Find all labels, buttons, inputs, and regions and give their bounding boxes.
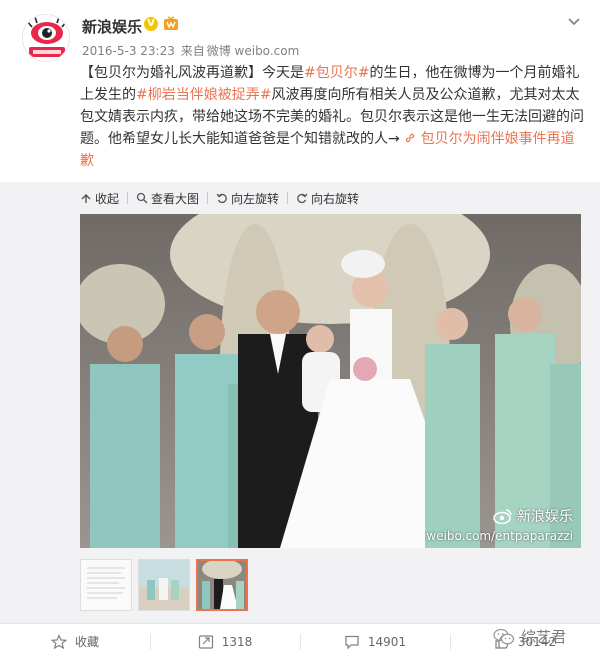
collapse-button[interactable]: 收起: [80, 190, 119, 207]
hashtag-link[interactable]: #包贝尔#: [304, 65, 369, 81]
thumbnail-strip: [80, 559, 248, 611]
chevron-down-icon[interactable]: [566, 13, 582, 29]
post-text-part: 今天是: [262, 65, 304, 81]
rotate-left-label: 向左旋转: [231, 191, 280, 206]
photo-watermark: 新浪娱乐: [493, 506, 573, 526]
thumbnail[interactable]: [80, 559, 132, 611]
post-headline: 【包贝尔为婚礼风波再道歉】: [80, 65, 262, 81]
thumbnail-group-photo: [139, 560, 189, 610]
star-icon: [50, 633, 67, 649]
watermark-url: weibo.com/entpaparazzi: [426, 529, 573, 543]
view-large-button[interactable]: 查看大图: [136, 190, 199, 207]
thumbnail-document-image: [81, 560, 131, 610]
avatar[interactable]: [22, 14, 70, 62]
thumbnail-selected[interactable]: [196, 559, 248, 611]
post-time[interactable]: 2016-5-3 23:23: [82, 44, 175, 58]
repost-count: 1318: [221, 634, 253, 649]
member-icon[interactable]: [163, 16, 179, 32]
collapse-label: 收起: [95, 191, 120, 206]
post-text: 【包贝尔为婚礼风波再道歉】今天是#包贝尔#的生日，他在微博为一个月前婚礼上发生的…: [80, 62, 585, 172]
rotate-right-label: 向右旋转: [311, 191, 360, 206]
post-meta: 2016-5-3 23:23 来自 微博 weibo.com: [82, 42, 299, 59]
wechat-icon: [493, 628, 515, 644]
weibo-icon: [493, 509, 512, 524]
wechat-label: 综艺君: [520, 628, 566, 646]
rotate-left-icon: [216, 193, 227, 204]
media-toolbar: 收起 查看大图 向左旋转 向右旋转: [80, 190, 359, 206]
wedding-photo[interactable]: 新浪娱乐 weibo.com/entpaparazzi: [80, 214, 581, 548]
toolbar-divider: [207, 192, 209, 204]
toolbar-divider: [127, 192, 129, 204]
weibo-eye-logo: [23, 15, 69, 61]
collapse-icon: [81, 194, 91, 203]
verified-v-icon: V: [144, 17, 158, 31]
from-label: 来自: [180, 44, 205, 58]
author-name[interactable]: 新浪娱乐: [82, 16, 142, 37]
wedding-photo-illustration: [80, 214, 581, 548]
watermark-name: 新浪娱乐: [517, 509, 573, 525]
rotate-right-button[interactable]: 向右旋转: [296, 190, 359, 207]
rotate-left-button[interactable]: 向左旋转: [216, 190, 279, 207]
hashtag-link[interactable]: #柳岩当伴娘被捉弄#: [136, 87, 271, 103]
wechat-watermark: 综艺君: [493, 626, 566, 647]
rotate-right-icon: [297, 193, 308, 204]
favorite-label: 收藏: [74, 635, 99, 649]
comment-icon: [345, 635, 359, 649]
weibo-post-card: 新浪娱乐 V 2016-5-3 23:23 来自 微博 weibo.com 【包贝…: [0, 0, 600, 659]
thumbnail-wedding-photo: [198, 561, 246, 609]
thumbnail[interactable]: [138, 559, 190, 611]
toolbar-divider: [287, 192, 289, 204]
search-icon: [136, 192, 148, 204]
link-icon: [406, 133, 415, 143]
favorite-button[interactable]: 收藏: [0, 624, 150, 659]
repost-icon: [198, 634, 213, 649]
comment-button[interactable]: 14901: [300, 624, 450, 659]
repost-button[interactable]: 1318: [150, 624, 300, 659]
post-source[interactable]: 微博 weibo.com: [207, 44, 300, 58]
view-large-label: 查看大图: [151, 191, 200, 206]
comment-count: 14901: [367, 634, 407, 649]
